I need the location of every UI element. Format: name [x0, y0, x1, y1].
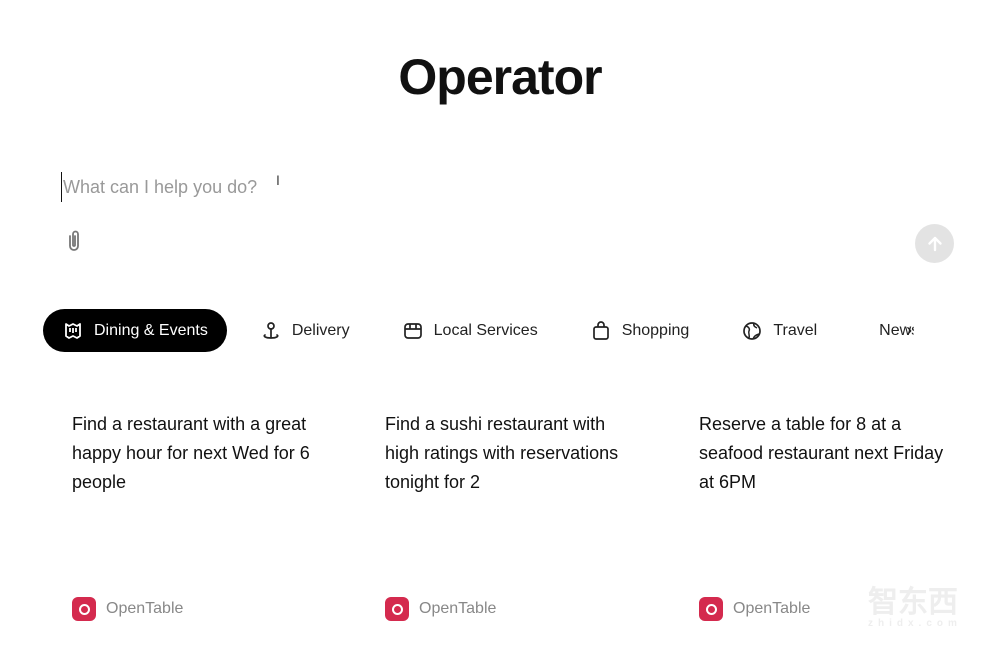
attach-button[interactable]: [62, 228, 86, 254]
opentable-logo-icon: [72, 597, 96, 621]
dining-icon: [65, 322, 81, 339]
paperclip-icon: [69, 230, 79, 251]
tab-shopping[interactable]: Shopping: [571, 309, 709, 352]
card-source: OpenTable: [72, 597, 183, 621]
watermark-text: 智东西: [868, 586, 958, 619]
shopping-bag-icon: [592, 320, 609, 340]
opentable-logo-icon: [385, 597, 409, 621]
delivery-pin-icon: [263, 321, 279, 339]
source-label: OpenTable: [419, 600, 497, 617]
tab-label: Dining & Events: [94, 321, 208, 339]
arrow-up-icon: [927, 236, 942, 251]
opentable-logo-icon: [699, 597, 723, 621]
source-label: OpenTable: [733, 600, 811, 617]
tab-label: Local Services: [433, 321, 538, 339]
storefront-icon: [403, 322, 422, 339]
card-source: OpenTable: [385, 597, 496, 621]
suggestion-text: Find a restaurant with a great happy hou…: [72, 414, 310, 492]
page-title: Operator: [398, 49, 602, 105]
suggestion-text: Find a sushi restaurant with high rating…: [385, 414, 619, 492]
category-tabs: Dining & Events Delivery Local Services …: [43, 309, 958, 352]
watermark-sub: zhidx.com: [868, 618, 962, 629]
suggestion-card[interactable]: Find a sushi restaurant with high rating…: [385, 410, 635, 630]
tab-label: Delivery: [291, 321, 350, 339]
tab-news[interactable]: News: [850, 309, 914, 352]
source-label: OpenTable: [106, 600, 184, 617]
tab-label: Shopping: [621, 321, 690, 339]
watermark: 智东西 zhidx.com: [868, 588, 962, 630]
prompt-input[interactable]: [61, 172, 761, 202]
card-source: OpenTable: [699, 597, 810, 621]
tab-dining-events[interactable]: Dining & Events: [43, 309, 227, 352]
text-cursor-icon: I: [276, 172, 280, 188]
tab-local-services[interactable]: Local Services: [383, 309, 557, 352]
tab-label: Travel: [773, 321, 818, 339]
suggestion-text: Reserve a table for 8 at a seafood resta…: [699, 414, 944, 492]
chevron-right-icon[interactable]: ›: [906, 320, 912, 341]
send-button[interactable]: [915, 224, 954, 263]
suggestion-card[interactable]: Find a restaurant with a great happy hou…: [72, 410, 322, 630]
tab-travel[interactable]: Travel: [722, 309, 836, 352]
globe-icon: [743, 321, 762, 340]
tab-delivery[interactable]: Delivery: [241, 309, 369, 352]
